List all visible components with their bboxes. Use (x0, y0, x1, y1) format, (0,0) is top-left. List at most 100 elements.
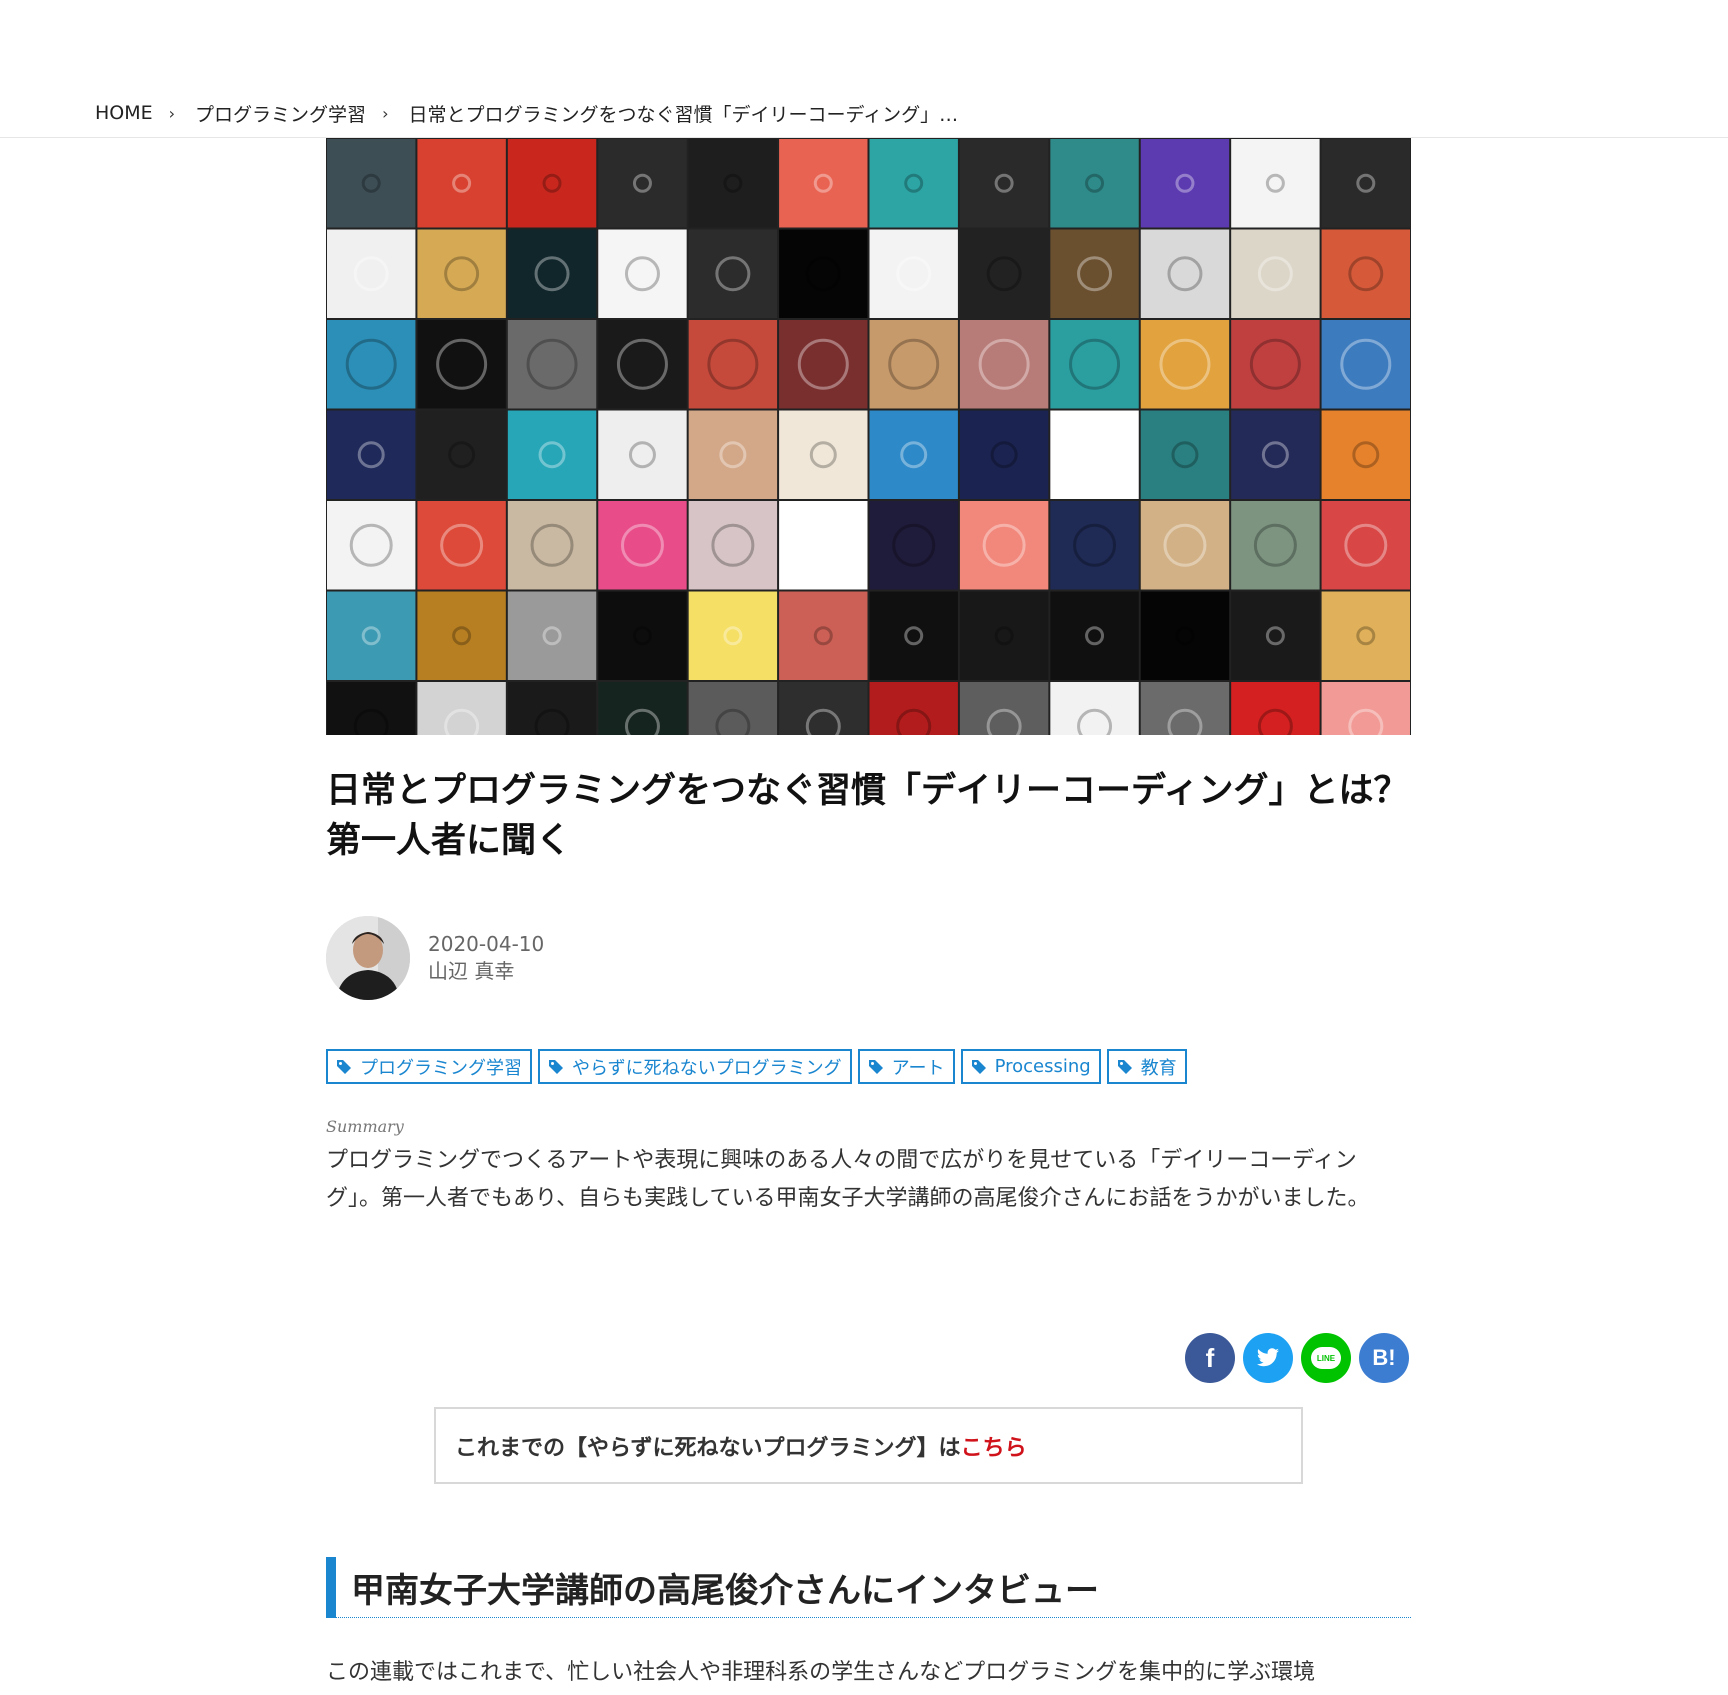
hero-tile (959, 591, 1049, 680)
hero-tile (959, 682, 1049, 735)
hero-tile (327, 229, 416, 318)
hero-tile (1140, 229, 1230, 318)
tag-icon (868, 1059, 883, 1074)
hero-tile (959, 320, 1049, 409)
hero-tile (1231, 410, 1320, 499)
hero-tile (507, 591, 597, 680)
hero-tile (1140, 501, 1230, 590)
hero-tile (598, 139, 687, 228)
hero-mosaic (327, 139, 1410, 735)
hero-tile (688, 320, 778, 409)
twitter-icon (1257, 1348, 1279, 1367)
hero-tile (1050, 591, 1139, 680)
article-date: 2020-04-10 (428, 932, 545, 956)
hero-tile (1321, 501, 1410, 590)
hero-tile (959, 410, 1049, 499)
tag-processing[interactable]: Processing (960, 1049, 1101, 1084)
hero-tile (869, 682, 958, 735)
article-title: 日常とプログラミングをつなぐ習慣「デイリーコーディング」とは？ 第一人者に聞く (326, 771, 1409, 861)
summary-text: プログラミングでつくるアートや表現に興味のある人々の間で広がりを見せている「デイ… (326, 1148, 1370, 1211)
line-icon: LINE (1311, 1347, 1341, 1369)
hero-tile (1140, 320, 1230, 409)
avatar-image (326, 916, 410, 1000)
section-heading: 甲南女子大学講師の高尾俊介さんにインタビュー (326, 1556, 1411, 1618)
breadcrumb-home-link[interactable]: HOME (95, 102, 153, 124)
series-link-box: これまでの【やらずに死ねないプログラミング】は こちら (434, 1407, 1303, 1484)
article-author[interactable]: 山辺 真幸 (428, 958, 544, 985)
tag-list: プログラミング学習 やらずに死ねないプログラミング アート Processing… (326, 1049, 1187, 1084)
tag-programming-learning[interactable]: プログラミング学習 (326, 1049, 532, 1084)
hero-tile (1231, 501, 1320, 590)
hero-tile (417, 139, 506, 228)
hero-tile (869, 139, 958, 228)
hero-tile (959, 229, 1049, 318)
tag-label: プログラミング学習 (360, 1057, 522, 1079)
hero-tile (1321, 229, 1410, 318)
hero-tile (1140, 682, 1230, 735)
hero-tile (327, 501, 416, 590)
hero-tile (779, 501, 868, 590)
hero-tile (688, 410, 778, 499)
hero-tile (869, 501, 958, 590)
hero-tile (1321, 591, 1410, 680)
hero-tile (779, 591, 868, 680)
tag-label: Processing (994, 1056, 1091, 1077)
series-prefix: これまでの【やらずに死ねないプログラミング】は (455, 1435, 961, 1461)
facebook-share-button[interactable]: f (1185, 1333, 1235, 1383)
hero-tile (327, 320, 416, 409)
hero-tile (598, 591, 687, 680)
hero-tile (1050, 682, 1139, 735)
hero-tile (959, 139, 1049, 228)
facebook-icon: f (1205, 1342, 1215, 1373)
tag-education[interactable]: 教育 (1106, 1049, 1187, 1084)
hero-tile (1140, 591, 1230, 680)
hatena-share-button[interactable]: B! (1359, 1333, 1409, 1383)
hero-tile (598, 410, 687, 499)
hero-tile (1050, 410, 1139, 499)
breadcrumb-category-link[interactable]: プログラミング学習 (195, 100, 366, 127)
tag-yarazuni[interactable]: やらずに死ねないプログラミング (538, 1049, 852, 1084)
breadcrumb-current: 日常とプログラミングをつなぐ習慣「デイリーコーディング」… (408, 103, 959, 126)
hero-tile (688, 139, 778, 228)
hero-tile (598, 320, 687, 409)
hero-tile (1321, 682, 1410, 735)
hero-tile (1140, 410, 1230, 499)
hero-tile (417, 229, 506, 318)
twitter-share-button[interactable] (1243, 1333, 1293, 1383)
hero-tile (688, 682, 778, 735)
author-block: 2020-04-10 山辺 真幸 (326, 916, 544, 1000)
hero-tile (507, 501, 597, 590)
hero-tile (507, 682, 597, 735)
author-avatar[interactable] (326, 916, 410, 1000)
hero-tile (1140, 139, 1230, 228)
tag-label: やらずに死ねないプログラミング (572, 1057, 842, 1079)
hero-tile (598, 682, 687, 735)
hero-tile (1231, 591, 1320, 680)
hero-tile (1050, 139, 1139, 228)
hero-tile (869, 591, 958, 680)
hero-tile (507, 320, 597, 409)
hero-tile (598, 229, 687, 318)
hero-tile (779, 229, 868, 318)
hero-tile (1050, 229, 1139, 318)
hero-tile (869, 410, 958, 499)
series-link[interactable]: こちら (961, 1430, 1027, 1462)
hero-tile (688, 501, 778, 590)
chevron-right-icon: › (382, 103, 389, 123)
tag-art[interactable]: アート (857, 1049, 955, 1084)
hero-tile (507, 410, 597, 499)
hero-tile (417, 410, 506, 499)
tag-icon (337, 1059, 351, 1074)
hero-tile (688, 591, 778, 680)
tag-icon (1117, 1059, 1132, 1074)
hero-tile (1050, 501, 1139, 590)
hero-tile (779, 320, 868, 409)
hero-tile (1321, 320, 1410, 409)
hero-tile (1231, 139, 1320, 228)
hero-tile (1231, 682, 1320, 735)
hero-tile (1321, 410, 1410, 499)
hero-tile (327, 591, 416, 680)
hero-tile (688, 229, 778, 318)
line-share-button[interactable]: LINE (1301, 1333, 1351, 1383)
hero-tile (779, 682, 868, 735)
